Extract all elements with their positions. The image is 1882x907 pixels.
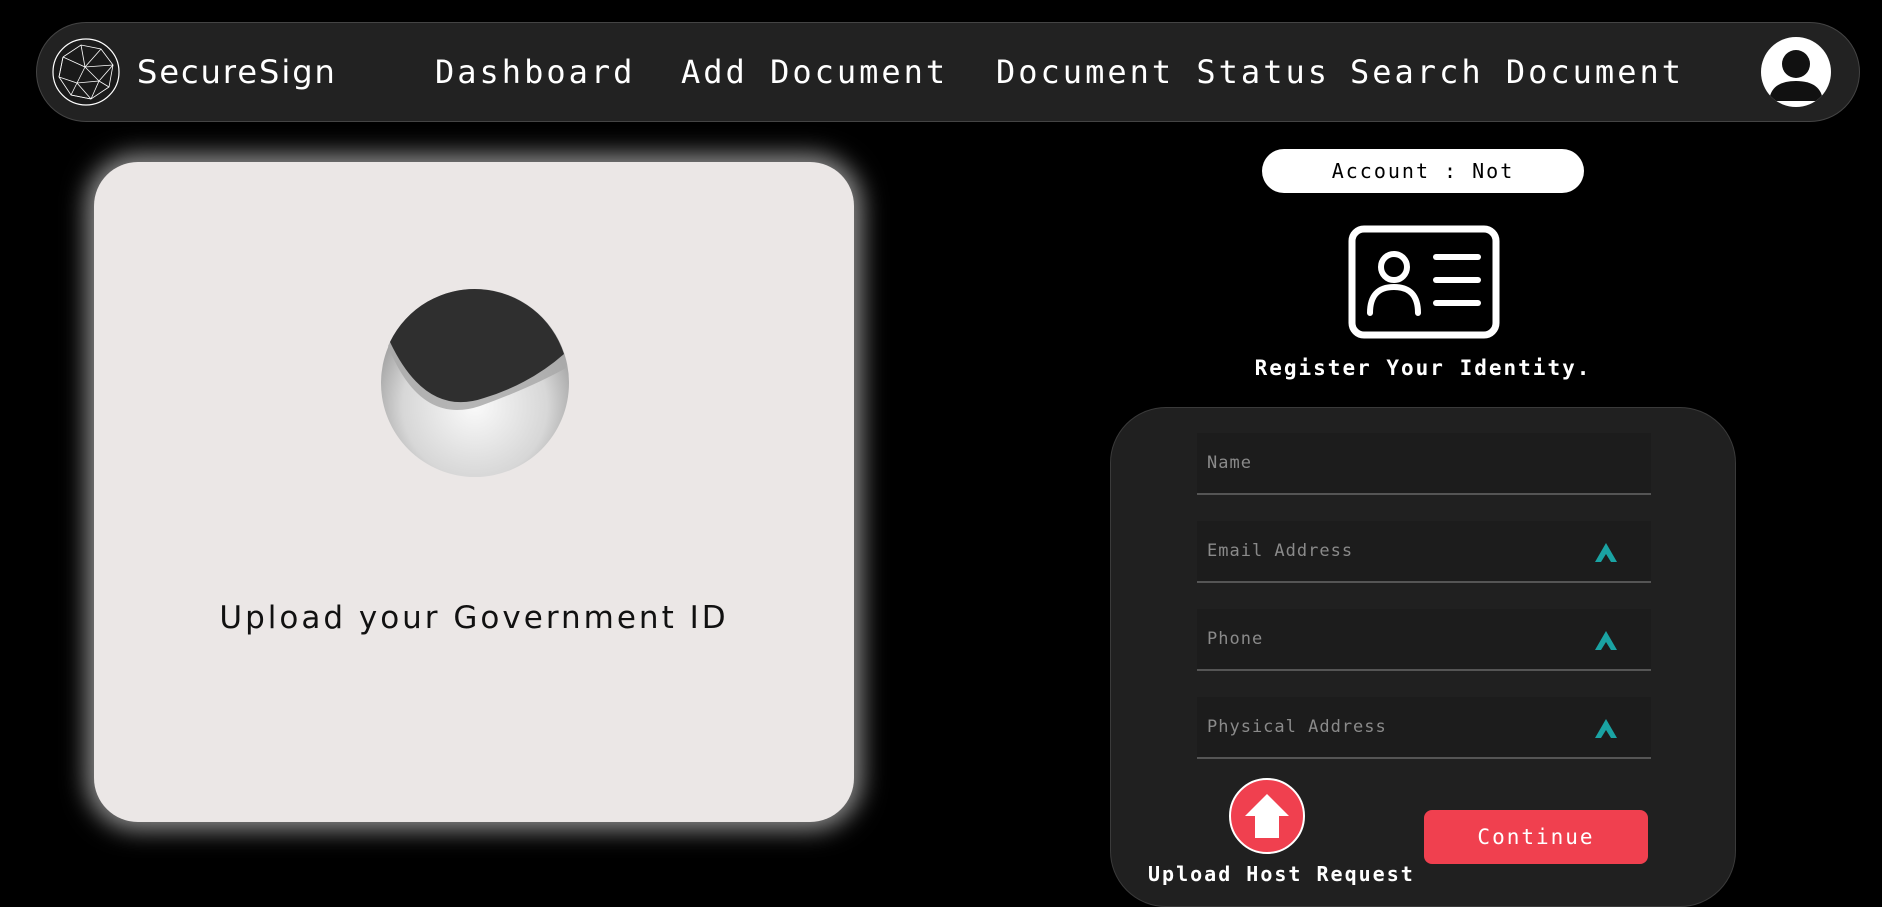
nordvpn-icon[interactable] — [1593, 628, 1619, 652]
nordvpn-icon[interactable] — [1593, 716, 1619, 740]
nordvpn-icon[interactable] — [1593, 540, 1619, 564]
email-field[interactable] — [1197, 521, 1651, 583]
name-input[interactable] — [1197, 433, 1651, 493]
continue-button[interactable]: Continue — [1424, 810, 1648, 864]
nav-search-document[interactable]: Search Document — [1350, 53, 1684, 91]
upload-label: Upload Host Request — [1148, 862, 1415, 886]
account-status-badge: Account : Not Connected — [1262, 149, 1584, 227]
upload-id-card[interactable]: Upload your Government ID — [94, 162, 854, 822]
brand-name: SecureSign — [137, 53, 337, 91]
upload-instruction: Upload your Government ID — [219, 600, 729, 636]
arrow-up-icon — [1245, 794, 1289, 838]
physical-address-field[interactable] — [1197, 697, 1651, 759]
wireframe-globe-icon[interactable] — [51, 37, 121, 107]
upload-button[interactable] — [1229, 778, 1305, 854]
email-input[interactable] — [1197, 521, 1651, 581]
user-avatar-icon[interactable] — [1761, 37, 1831, 107]
top-navbar: SecureSign Dashboard Add Document Docume… — [36, 22, 1860, 122]
register-heading: Register Your Identity. — [1254, 356, 1592, 380]
upload-orb-icon[interactable] — [380, 288, 570, 478]
physical-address-input[interactable] — [1197, 697, 1651, 757]
name-field[interactable] — [1197, 433, 1651, 495]
phone-input[interactable] — [1197, 609, 1651, 669]
phone-field[interactable] — [1197, 609, 1651, 671]
nav-dashboard[interactable]: Dashboard — [435, 53, 635, 91]
id-card-icon — [1348, 225, 1500, 339]
nav-add-document[interactable]: Add Document — [681, 53, 948, 91]
nav-document-status[interactable]: Document Status — [996, 53, 1330, 91]
